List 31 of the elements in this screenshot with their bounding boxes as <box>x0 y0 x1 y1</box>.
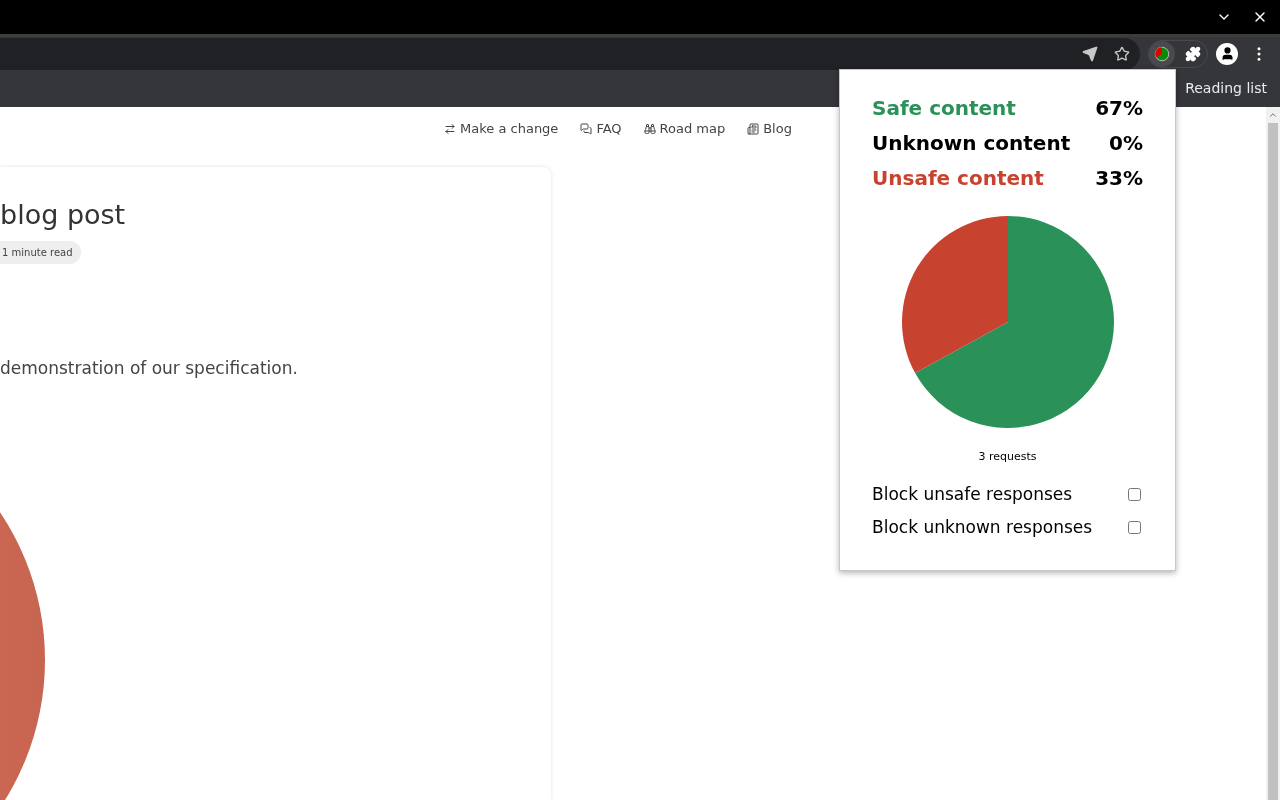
post-paragraph: demonstration of our specification. <box>0 357 299 380</box>
scroll-up-icon[interactable] <box>1268 110 1278 120</box>
star-icon[interactable] <box>1114 45 1130 62</box>
swap-arrows-icon <box>444 123 457 135</box>
newspaper-icon <box>747 123 760 135</box>
nav-link[interactable]: Road map <box>643 119 726 139</box>
option-checkbox[interactable] <box>1128 521 1141 535</box>
stat-label: Unknown content <box>872 129 1071 157</box>
binoculars-icon <box>643 123 656 135</box>
request-count: 3 requests <box>977 449 1038 465</box>
option-label: Block unsafe responses <box>872 482 1073 506</box>
stat-value: 0% <box>1109 129 1143 157</box>
send-icon[interactable] <box>1082 45 1098 62</box>
nav-link[interactable]: FAQ <box>580 119 622 139</box>
option-label: Block unknown responses <box>872 516 1093 539</box>
read-time-badge: 1 minute read <box>0 241 81 264</box>
nav-link[interactable]: Make a change <box>444 119 559 139</box>
pie-chart-icon[interactable] <box>1149 40 1175 67</box>
reading-list-link[interactable]: Reading list <box>1185 78 1267 99</box>
profile-avatar[interactable] <box>1216 42 1238 65</box>
post-title: blog post <box>0 198 127 232</box>
stat-label: Safe content <box>872 94 1016 122</box>
stat-value: 33% <box>1095 164 1143 192</box>
person-icon <box>1219 46 1235 61</box>
scrollbar[interactable] <box>1266 107 1280 800</box>
stat-label: Unsafe content <box>872 164 1044 192</box>
option-checkbox[interactable] <box>1128 487 1141 501</box>
puzzle-icon[interactable] <box>1185 45 1201 62</box>
nav-link[interactable]: Blog <box>747 119 792 139</box>
chat-icon <box>580 123 593 135</box>
stat-value: 67% <box>1095 94 1143 122</box>
